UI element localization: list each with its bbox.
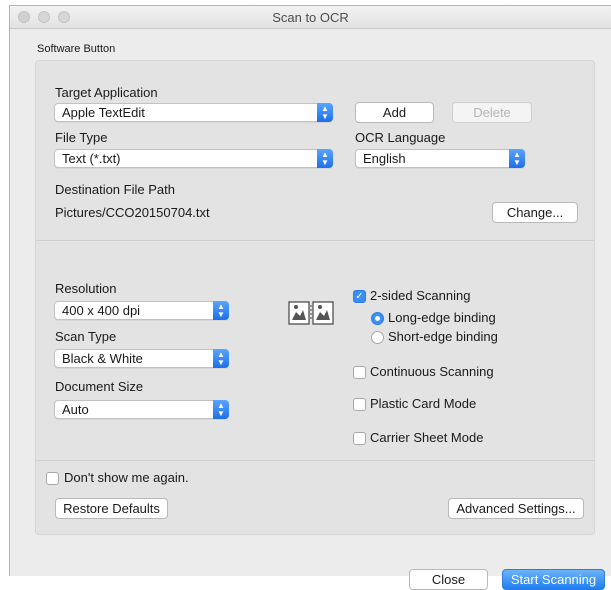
change-path-button[interactable]: Change... bbox=[492, 202, 578, 223]
dont-show-checkbox[interactable] bbox=[46, 472, 59, 485]
short-edge-label: Short-edge binding bbox=[388, 329, 498, 344]
scan-type-value: Black & White bbox=[62, 351, 143, 366]
software-button-label: Software Button bbox=[37, 43, 116, 55]
close-button[interactable]: Close bbox=[409, 569, 488, 590]
ocr-language-select[interactable]: English ▲ ▼ bbox=[355, 149, 525, 168]
continuous-scanning-checkbox[interactable] bbox=[353, 366, 366, 379]
resolution-label: Resolution bbox=[55, 281, 117, 296]
scan-to-ocr-window: Scan to OCR Software Button Target Appli… bbox=[9, 5, 611, 590]
title-bar: Scan to OCR bbox=[10, 6, 611, 29]
document-size-select[interactable]: Auto ▲ ▼ bbox=[54, 400, 229, 419]
scan-type-select[interactable]: Black & White ▲ ▼ bbox=[54, 349, 229, 368]
chevron-updown-icon: ▲ ▼ bbox=[509, 149, 525, 168]
plastic-card-label: Plastic Card Mode bbox=[370, 396, 477, 411]
chevron-updown-icon: ▲ ▼ bbox=[213, 301, 229, 320]
settings-group: Target Application Apple TextEdit ▲ ▼ Add… bbox=[35, 60, 595, 535]
duplex-page-icon bbox=[288, 301, 334, 325]
long-edge-label: Long-edge binding bbox=[388, 310, 496, 325]
short-edge-radio[interactable] bbox=[371, 331, 384, 344]
file-type-value: Text (*.txt) bbox=[62, 151, 121, 166]
document-size-label: Document Size bbox=[55, 379, 144, 394]
two-sided-checkbox[interactable]: ✓ bbox=[353, 290, 366, 303]
start-scanning-button[interactable]: Start Scanning bbox=[502, 569, 605, 590]
carrier-sheet-label: Carrier Sheet Mode bbox=[370, 430, 484, 445]
continuous-scanning-label: Continuous Scanning bbox=[370, 364, 494, 379]
add-button[interactable]: Add bbox=[355, 102, 434, 123]
resolution-value: 400 x 400 dpi bbox=[62, 303, 141, 318]
resolution-select[interactable]: 400 x 400 dpi ▲ ▼ bbox=[54, 301, 229, 320]
scan-type-label: Scan Type bbox=[55, 329, 117, 344]
restore-defaults-button[interactable]: Restore Defaults bbox=[55, 498, 168, 519]
two-sided-label: 2-sided Scanning bbox=[370, 288, 471, 303]
target-application-label: Target Application bbox=[55, 85, 158, 100]
chevron-updown-icon: ▲ ▼ bbox=[213, 400, 229, 419]
carrier-sheet-checkbox[interactable] bbox=[353, 432, 366, 445]
file-type-select[interactable]: Text (*.txt) ▲ ▼ bbox=[54, 149, 333, 168]
long-edge-radio[interactable] bbox=[371, 312, 384, 325]
plastic-card-checkbox[interactable] bbox=[353, 398, 366, 411]
ocr-language-label: OCR Language bbox=[355, 130, 446, 145]
target-application-select[interactable]: Apple TextEdit ▲ ▼ bbox=[54, 103, 333, 122]
delete-button[interactable]: Delete bbox=[452, 102, 532, 123]
chevron-updown-icon: ▲ ▼ bbox=[213, 349, 229, 368]
ocr-language-value: English bbox=[363, 151, 406, 166]
chevron-updown-icon: ▲ ▼ bbox=[317, 103, 333, 122]
target-application-value: Apple TextEdit bbox=[62, 105, 145, 120]
advanced-settings-button[interactable]: Advanced Settings... bbox=[448, 498, 584, 519]
window-title: Scan to OCR bbox=[272, 10, 349, 25]
document-size-value: Auto bbox=[62, 402, 89, 417]
file-type-label: File Type bbox=[55, 130, 108, 145]
destination-path-label: Destination File Path bbox=[55, 182, 175, 197]
section-divider bbox=[36, 240, 594, 241]
dont-show-label: Don't show me again. bbox=[64, 470, 189, 485]
destination-path-value: Pictures/CCO20150704.txt bbox=[55, 205, 210, 220]
section-divider bbox=[36, 460, 594, 461]
chevron-updown-icon: ▲ ▼ bbox=[317, 149, 333, 168]
